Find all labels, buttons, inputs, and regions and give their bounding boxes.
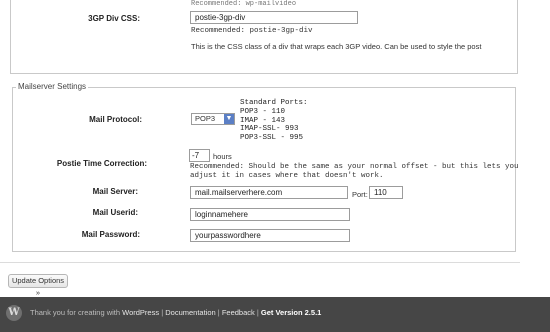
gp-div-css-label: 3GP Div CSS:: [88, 14, 140, 23]
cut-recommended-text: Recommended: wp-mailvideo: [191, 0, 297, 8]
time-correction-input[interactable]: -7: [189, 149, 210, 162]
get-version-link[interactable]: Get Version 2.5.1: [261, 308, 321, 317]
mail-userid-input[interactable]: loginnamehere: [190, 208, 350, 221]
mail-server-label: Mail Server:: [92, 187, 138, 196]
wordpress-link[interactable]: WordPress: [122, 308, 159, 317]
admin-footer: W Thank you for creating with WordPress …: [0, 297, 550, 332]
wordpress-logo-icon: W: [6, 305, 22, 321]
gp-div-css-recommended: Recommended: postie-3gp-div: [191, 27, 313, 35]
gp-div-css-help: This is the CSS class of a div that wrap…: [191, 42, 482, 51]
mail-server-input[interactable]: mail.mailserverhere.com: [190, 186, 348, 199]
gp-div-css-input[interactable]: postie-3gp-div: [190, 11, 358, 24]
port-input[interactable]: 110: [369, 186, 403, 199]
footer-text: Thank you for creating with WordPress | …: [30, 308, 321, 317]
footer-thanks-text: Thank you for creating with: [30, 308, 123, 317]
divider: [0, 262, 520, 263]
standard-ports-info: Standard Ports: POP3 - 110 IMAP - 143 IM…: [240, 99, 308, 143]
time-correction-help-line1: Recommended: Should be the same as your …: [190, 163, 519, 171]
mailserver-settings-legend: Mailserver Settings: [16, 82, 89, 91]
port-label: Port:: [352, 190, 368, 199]
mail-password-label: Mail Password:: [81, 230, 140, 239]
update-options-button[interactable]: Update Options »: [8, 274, 68, 297]
documentation-link[interactable]: Documentation: [165, 308, 215, 317]
mail-protocol-value: POP3: [195, 114, 216, 123]
mail-protocol-select[interactable]: POP3 ▼: [191, 113, 235, 125]
postie-time-correction-label: Postie Time Correction:: [56, 159, 147, 168]
mail-password-input[interactable]: yourpasswordhere: [190, 229, 350, 242]
feedback-link[interactable]: Feedback: [222, 308, 255, 317]
mail-protocol-label: Mail Protocol:: [89, 115, 142, 124]
mail-userid-label: Mail Userid:: [92, 208, 138, 217]
time-unit-label: hours: [213, 152, 232, 161]
time-correction-help-line2: adjust it in cases where that doesn't wo…: [190, 172, 384, 180]
chevron-down-icon[interactable]: ▼: [224, 114, 234, 124]
